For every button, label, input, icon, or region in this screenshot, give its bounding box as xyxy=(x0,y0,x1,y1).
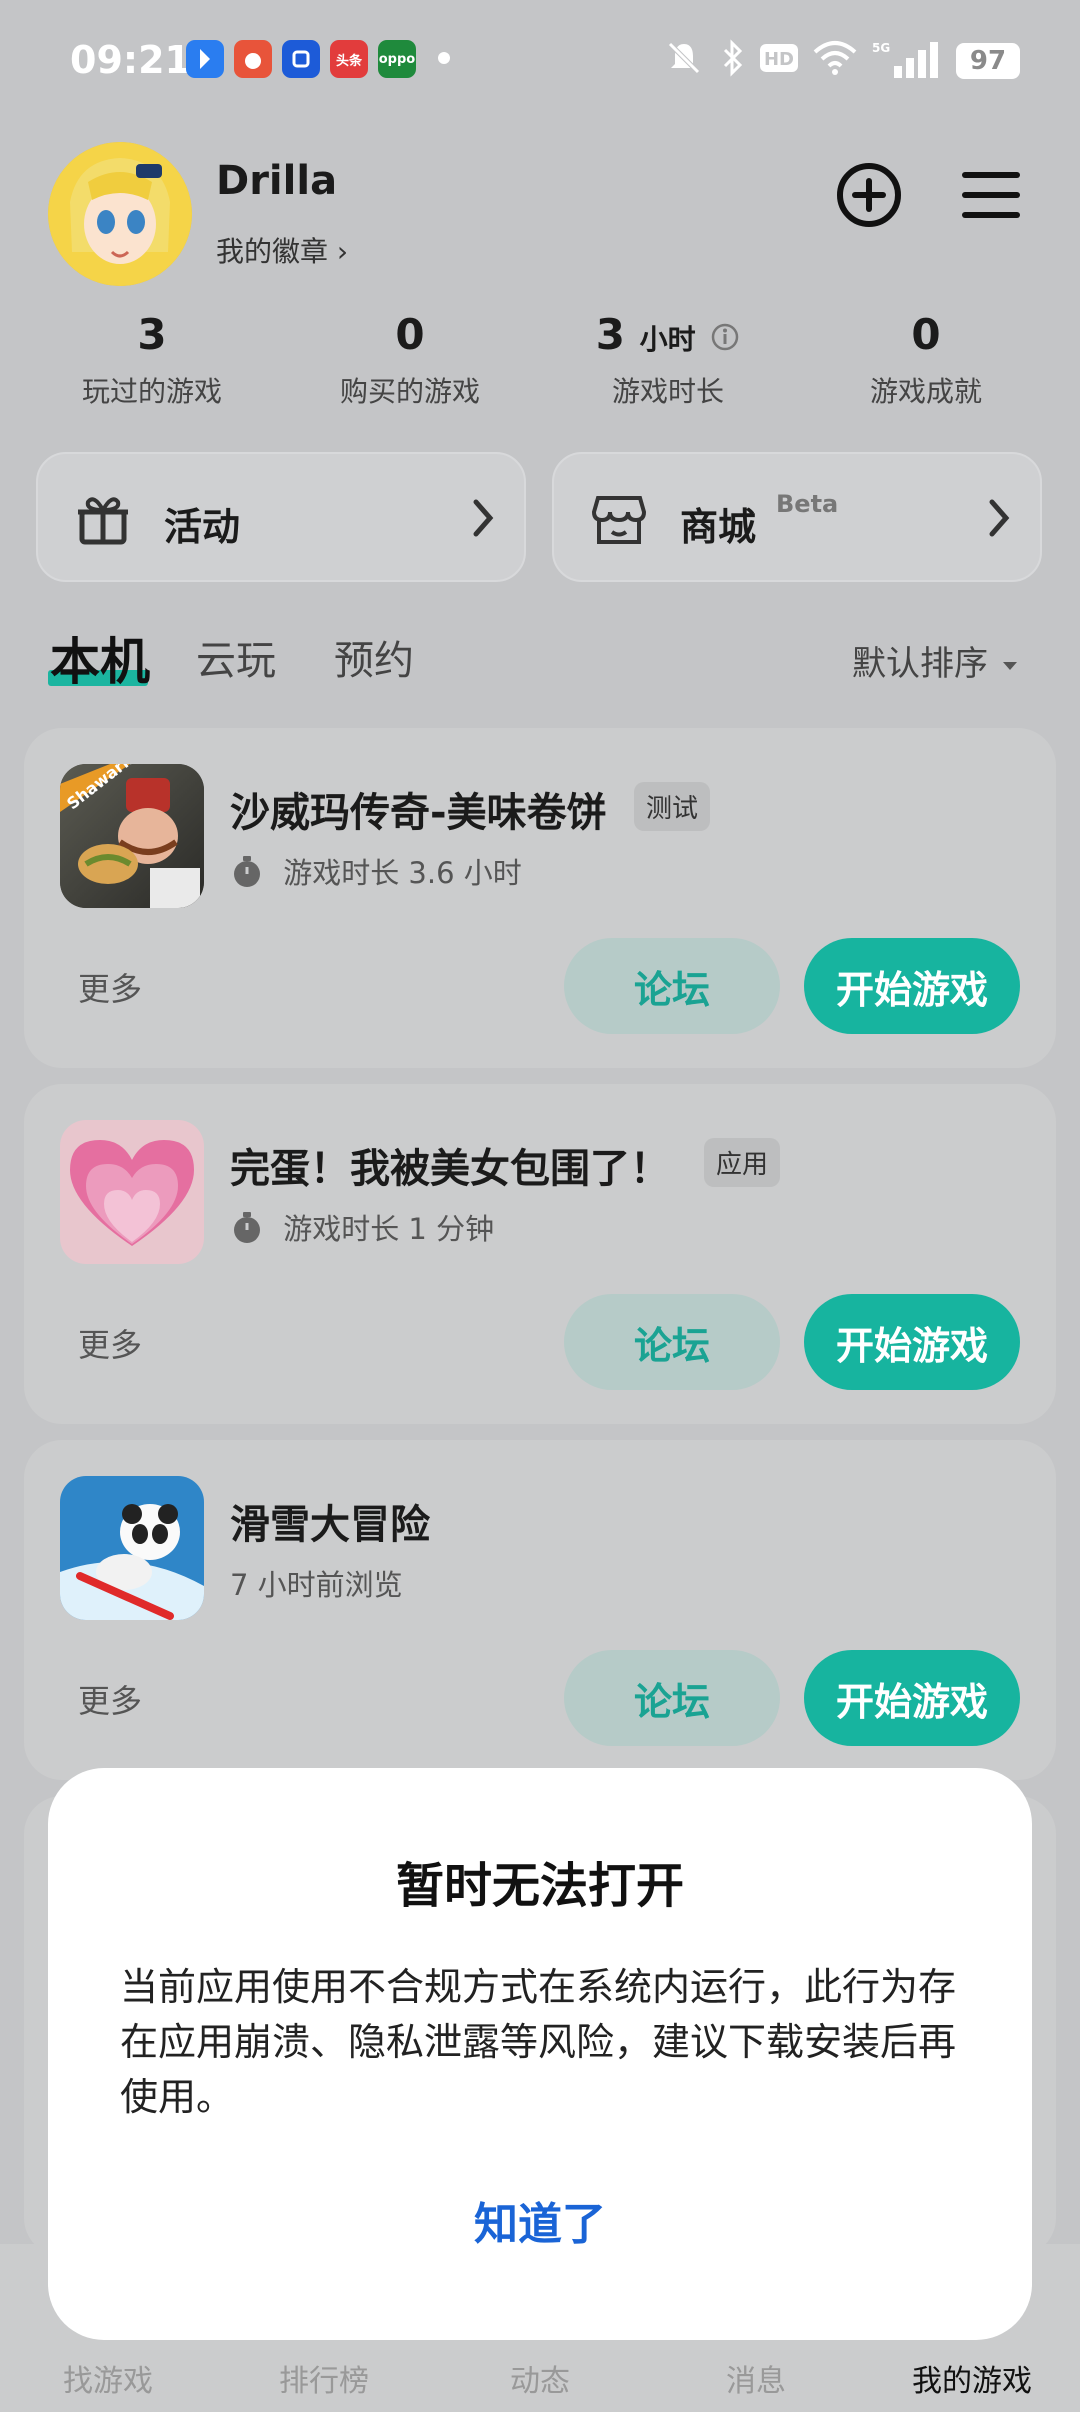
nav-find-games[interactable]: 找游戏 xyxy=(0,2356,216,2400)
mute-icon xyxy=(664,38,704,86)
forum-button[interactable]: 论坛 xyxy=(564,1650,780,1746)
battery-indicator: 97 xyxy=(956,43,1020,79)
game-last-viewed: 7 小时前浏览 xyxy=(230,1568,403,1602)
stat-purchased-games-label: 购买的游戏 xyxy=(339,375,480,408)
svg-text:HD: HD xyxy=(764,49,794,70)
forum-button[interactable]: 论坛 xyxy=(564,1294,780,1390)
start-game-button[interactable]: 开始游戏 xyxy=(804,938,1020,1034)
dialog-title: 暂时无法打开 xyxy=(395,1858,684,1914)
add-circle-icon[interactable] xyxy=(834,160,904,230)
tab-reserve[interactable]: 预约 xyxy=(334,628,414,686)
activity-label: 活动 xyxy=(164,505,241,549)
start-game-button[interactable]: 开始游戏 xyxy=(804,1294,1020,1390)
game-card[interactable]: 滑雪大冒险 7 小时前浏览 更多 论坛 开始游戏 xyxy=(24,1440,1056,1780)
chevron-right-icon xyxy=(468,488,498,559)
ski-game-icon xyxy=(60,1476,204,1620)
game-playtime: 游戏时长 3.6 小时 xyxy=(283,856,522,890)
store-beta-badge: Beta xyxy=(776,490,839,518)
store-icon xyxy=(590,490,648,548)
gift-icon xyxy=(74,490,132,548)
timer-icon xyxy=(230,1211,264,1252)
stat-played-games-value: 3 xyxy=(137,310,167,359)
game-playtime: 游戏时长 1 分钟 xyxy=(283,1212,495,1246)
nav-rankings[interactable]: 排行榜 xyxy=(216,2356,432,2400)
my-badges-link[interactable]: 我的徽章 › xyxy=(216,230,348,270)
bluetooth-icon xyxy=(718,38,748,86)
tab-cloud[interactable]: 云玩 xyxy=(196,628,276,686)
game-card[interactable]: 完蛋！我被美女包围了！ 应用 游戏时长 1 分钟 更多 论坛 开始游戏 xyxy=(24,1084,1056,1424)
game-title: 滑雪大冒险 xyxy=(230,1502,430,1548)
menu-icon[interactable] xyxy=(956,160,1026,230)
hd-icon: HD xyxy=(758,38,800,86)
more-link[interactable]: 更多 xyxy=(78,1320,142,1366)
shawarma-game-icon: Shawarma xyxy=(60,764,204,908)
stat-play-time-label: 游戏时长 xyxy=(611,375,724,408)
game-title: 完蛋！我被美女包围了！ xyxy=(230,1146,670,1192)
game-subtitle: 游戏时长 3.6 小时 xyxy=(230,850,522,896)
start-game-button[interactable]: 开始游戏 xyxy=(804,1650,1020,1746)
svg-text:5G: 5G xyxy=(872,41,890,55)
game-tag: 测试 xyxy=(634,782,711,831)
info-icon[interactable] xyxy=(710,313,740,362)
caret-down-icon xyxy=(999,646,1021,686)
app-notif-1 xyxy=(186,40,224,78)
dialog-message: 当前应用使用不合规方式在系统内运行，此行为存在应用崩溃、隐私泄露等风险，建议下载… xyxy=(120,1965,957,2119)
store-card[interactable]: 商城 Beta xyxy=(552,452,1042,582)
game-subtitle: 游戏时长 1 分钟 xyxy=(230,1206,494,1252)
nav-messages[interactable]: 消息 xyxy=(648,2356,864,2400)
stat-achievements-label: 游戏成就 xyxy=(869,375,982,408)
more-link[interactable]: 更多 xyxy=(78,1676,142,1722)
activity-card[interactable]: 活动 xyxy=(36,452,526,582)
toutiao-notif: 头条 xyxy=(330,40,368,78)
game-card[interactable]: Shawarma 沙威玛传奇-美味卷饼 测试 游戏时长 3.6 小时 更多 论坛… xyxy=(24,728,1056,1068)
more-notifications-dot xyxy=(438,52,450,64)
store-label: 商城 xyxy=(680,505,757,549)
avatar[interactable] xyxy=(48,142,192,286)
stat-play-time-unit: 小时 xyxy=(639,323,696,356)
nav-feed[interactable]: 动态 xyxy=(432,2356,648,2400)
stat-achievements-value: 0 xyxy=(911,310,941,359)
app-notif-3 xyxy=(282,40,320,78)
game-tag: 应用 xyxy=(704,1138,781,1187)
wifi-icon xyxy=(812,38,858,86)
game-title: 沙威玛传奇-美味卷饼 xyxy=(230,790,607,836)
nav-my-games[interactable]: 我的游戏 xyxy=(864,2356,1080,2400)
username: Drilla xyxy=(216,158,338,204)
signal-5g-icon: 5G xyxy=(870,38,944,90)
sort-dropdown[interactable]: 默认排序 xyxy=(852,636,1021,686)
tab-local[interactable]: 本机 xyxy=(50,622,150,694)
stat-play-time-value: 3 xyxy=(595,310,625,359)
heart-game-icon xyxy=(60,1120,204,1264)
forum-button[interactable]: 论坛 xyxy=(564,938,780,1034)
stat-purchased-games-value: 0 xyxy=(395,310,425,359)
chevron-right-icon xyxy=(984,488,1014,559)
timer-icon xyxy=(230,855,264,896)
stat-played-games-label: 玩过的游戏 xyxy=(81,375,222,408)
cannot-open-dialog: 暂时无法打开 当前应用使用不合规方式在系统内运行，此行为存在应用崩溃、隐私泄露等… xyxy=(48,1768,1032,2340)
stat-play-time[interactable]: 3 小时 xyxy=(538,310,798,362)
sort-label: 默认排序 xyxy=(852,644,988,684)
status-time: 09:21 xyxy=(70,38,191,82)
oppo-notif: oppo xyxy=(378,40,416,78)
more-link[interactable]: 更多 xyxy=(78,964,142,1010)
app-notif-2 xyxy=(234,40,272,78)
dialog-confirm-button[interactable]: 知道了 xyxy=(48,2188,1032,2252)
